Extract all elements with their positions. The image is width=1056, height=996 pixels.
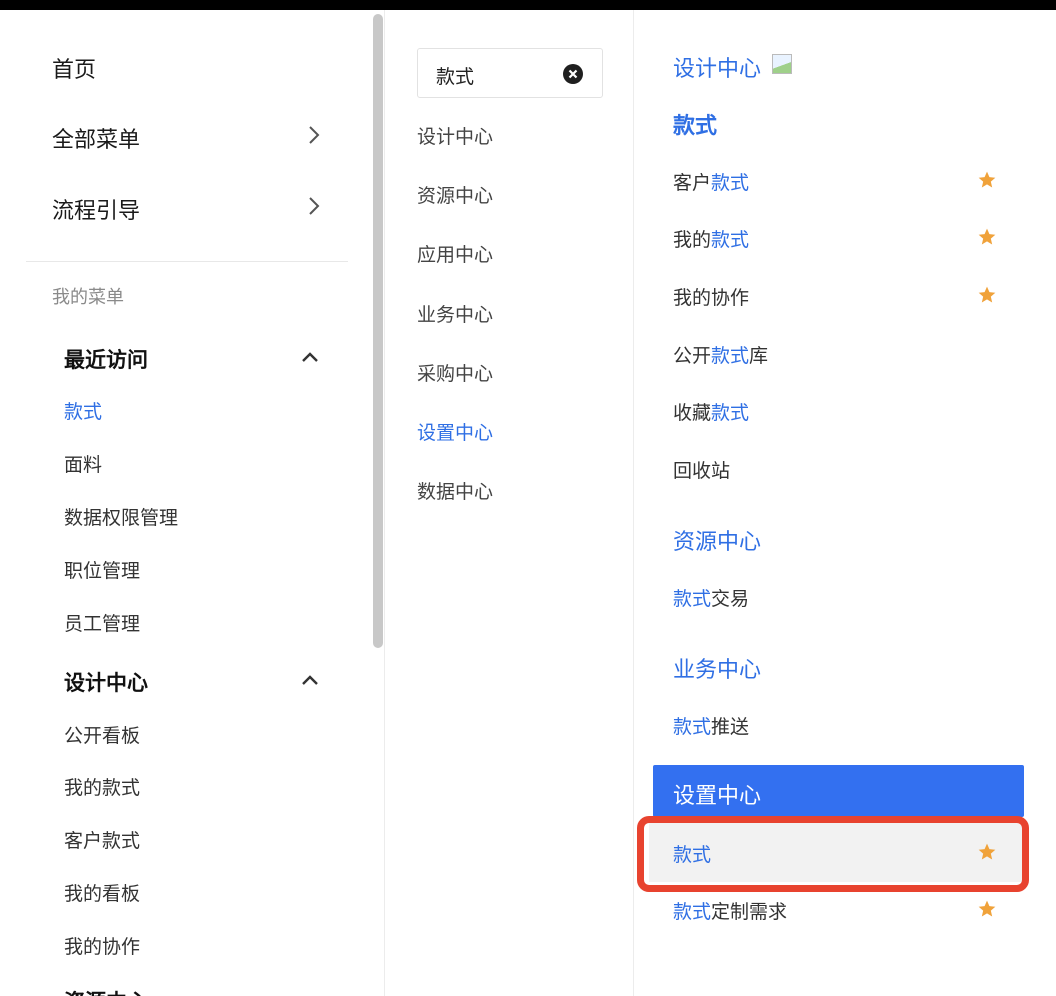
nav-all-menus[interactable]: 全部菜单 [52,122,140,154]
chevron-right-icon[interactable] [306,124,322,146]
result-item-style-trade[interactable]: 款式交易 [673,584,749,611]
design-item-my-style[interactable]: 我的款式 [64,773,140,800]
nav-home[interactable]: 首页 [52,52,96,84]
results-panel: 设计中心 款式 客户款式 我的款式 我的协作 公开款式库 收藏款式 回收站 资源… [635,10,1056,996]
search-input[interactable]: 款式 [417,48,603,98]
broken-image-icon [772,54,792,74]
nav-process-guide[interactable]: 流程引导 [52,193,140,225]
star-icon[interactable] [977,899,997,919]
result-subhead-style: 款式 [673,114,718,139]
scrollbar[interactable] [373,14,383,648]
divider [26,261,348,262]
group-title-recent[interactable]: 最近访问 [64,344,148,374]
search-value: 款式 [436,66,475,88]
result-item-custom-style-request[interactable]: 款式定制需求 [673,897,787,924]
recent-item-position[interactable]: 职位管理 [64,556,140,583]
group-title-design[interactable]: 设计中心 [64,667,148,697]
chevron-up-icon[interactable] [300,673,320,687]
top-dark-bar [0,0,1056,10]
result-item-customer-style[interactable]: 客户款式 [673,168,749,195]
highlight-box [637,816,1029,892]
left-menu-panel: 首页 全部菜单 流程引导 我的菜单 最近访问 款式 面料 数据权限管理 职位管理… [0,10,384,996]
recent-item-fabric[interactable]: 面料 [64,450,102,477]
settings-center-header: 设置中心 [653,765,1024,817]
result-head-business: 业务中心 [673,658,762,683]
result-item-favorite-style[interactable]: 收藏款式 [673,398,749,425]
star-icon[interactable] [977,170,997,190]
category-purchase[interactable]: 采购中心 [417,359,493,386]
recent-item-style[interactable]: 款式 [64,397,102,424]
result-item-my-collab[interactable]: 我的协作 [673,283,749,310]
design-item-customer-style[interactable]: 客户款式 [64,826,140,853]
result-item-recycle-bin[interactable]: 回收站 [673,456,730,483]
design-item-my-collab[interactable]: 我的协作 [64,932,140,959]
recent-item-employee[interactable]: 员工管理 [64,609,140,636]
category-business[interactable]: 业务中心 [417,300,493,327]
design-item-my-board[interactable]: 我的看板 [64,879,140,906]
category-resource[interactable]: 资源中心 [417,181,493,208]
result-item-style-push[interactable]: 款式推送 [673,712,749,739]
my-menu-label: 我的菜单 [52,287,124,308]
close-circle-icon[interactable] [563,64,583,84]
star-icon[interactable] [977,285,997,305]
design-item-public-board[interactable]: 公开看板 [64,721,140,748]
category-design[interactable]: 设计中心 [417,122,493,149]
category-panel: 款式 设计中心 资源中心 应用中心 业务中心 采购中心 设置中心 数据中心 [384,10,634,996]
category-application[interactable]: 应用中心 [417,240,493,267]
result-head-resource: 资源中心 [673,530,762,555]
category-data[interactable]: 数据中心 [417,477,493,504]
result-item-public-style-lib[interactable]: 公开款式库 [673,341,768,368]
chevron-up-icon[interactable] [300,350,320,364]
group-title-resource[interactable]: 资源中心 [64,986,148,996]
result-item-my-style[interactable]: 我的款式 [673,225,749,252]
recent-item-data-permission[interactable]: 数据权限管理 [64,503,178,530]
category-settings[interactable]: 设置中心 [417,418,493,445]
chevron-right-icon[interactable] [306,195,322,217]
result-head-design: 设计中心 [673,57,762,82]
star-icon[interactable] [977,227,997,247]
